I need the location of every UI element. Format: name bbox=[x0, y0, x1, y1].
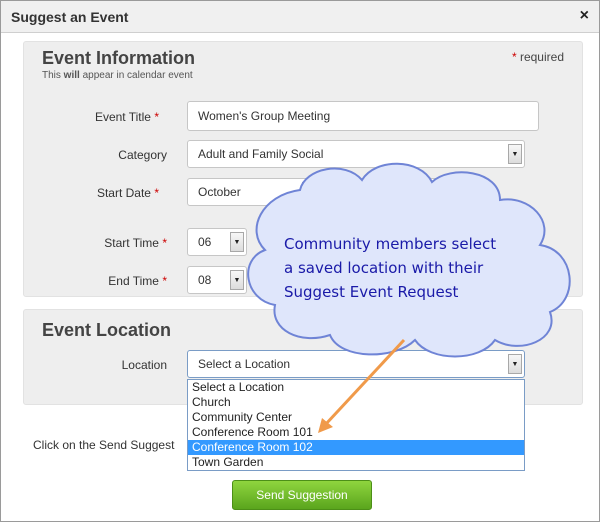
category-value: Adult and Family Social bbox=[198, 147, 324, 161]
category-label: Category bbox=[118, 148, 167, 162]
event-title-label: Event Title * bbox=[94, 110, 159, 124]
start-day-select[interactable]: 25 ▼ bbox=[323, 178, 383, 206]
chevron-down-icon: ▼ bbox=[230, 270, 244, 290]
dialog-title: Suggest an Event bbox=[11, 9, 129, 25]
start-hour-value: 06 bbox=[198, 235, 212, 249]
callout-text: Community members select a saved locatio… bbox=[284, 235, 497, 301]
chevron-down-icon: ▼ bbox=[366, 182, 380, 202]
chevron-down-icon: ▼ bbox=[508, 144, 522, 164]
start-year-select[interactable]: 20 ▼ bbox=[387, 178, 461, 206]
chevron-down-icon: ▼ bbox=[444, 182, 458, 202]
location-option[interactable]: Church bbox=[188, 395, 524, 410]
chevron-down-icon: ▼ bbox=[508, 354, 522, 374]
location-option[interactable]: Select a Location bbox=[188, 380, 524, 395]
category-select[interactable]: Adult and Family Social ▼ bbox=[187, 140, 525, 168]
start-hour-select[interactable]: 06 ▼ bbox=[187, 228, 247, 256]
dialog-titlebar: Suggest an Event × bbox=[1, 1, 599, 33]
location-value: Select a Location bbox=[198, 357, 291, 371]
location-option[interactable]: Community Center bbox=[188, 410, 524, 425]
location-option[interactable]: Town Garden bbox=[188, 455, 524, 470]
close-icon[interactable]: × bbox=[580, 7, 589, 25]
chevron-down-icon: ▼ bbox=[302, 182, 316, 202]
required-note: * required bbox=[511, 50, 564, 64]
end-hour-value: 08 bbox=[198, 273, 212, 287]
event-information-subtext: This will appear in calendar event bbox=[42, 70, 193, 81]
start-year-value: 20 bbox=[398, 185, 412, 199]
end-time-label: End Time * bbox=[108, 274, 167, 288]
event-location-heading: Event Location bbox=[42, 320, 172, 340]
event-information-heading: Event Information bbox=[42, 48, 196, 68]
location-option-selected[interactable]: Conference Room 102 bbox=[188, 440, 524, 455]
end-hour-select[interactable]: 08 ▼ bbox=[187, 266, 247, 294]
send-suggestion-button[interactable]: Send Suggestion bbox=[232, 480, 372, 510]
location-dropdown-list[interactable]: Select a Location Church Community Cente… bbox=[187, 379, 525, 471]
location-option[interactable]: Conference Room 101 bbox=[188, 425, 524, 440]
instruction-text: Click on the Send Suggest bbox=[33, 438, 175, 452]
start-date-label: Start Date * bbox=[96, 186, 159, 200]
start-month-select[interactable]: October ▼ bbox=[187, 178, 319, 206]
location-select[interactable]: Select a Location ▼ bbox=[187, 350, 525, 378]
location-label: Location bbox=[121, 358, 167, 372]
event-title-input[interactable]: Women's Group Meeting bbox=[187, 101, 539, 131]
start-month-value: October bbox=[198, 185, 241, 199]
start-day-value: 25 bbox=[334, 185, 348, 199]
start-time-label: Start Time * bbox=[104, 236, 167, 250]
chevron-down-icon: ▼ bbox=[230, 232, 244, 252]
